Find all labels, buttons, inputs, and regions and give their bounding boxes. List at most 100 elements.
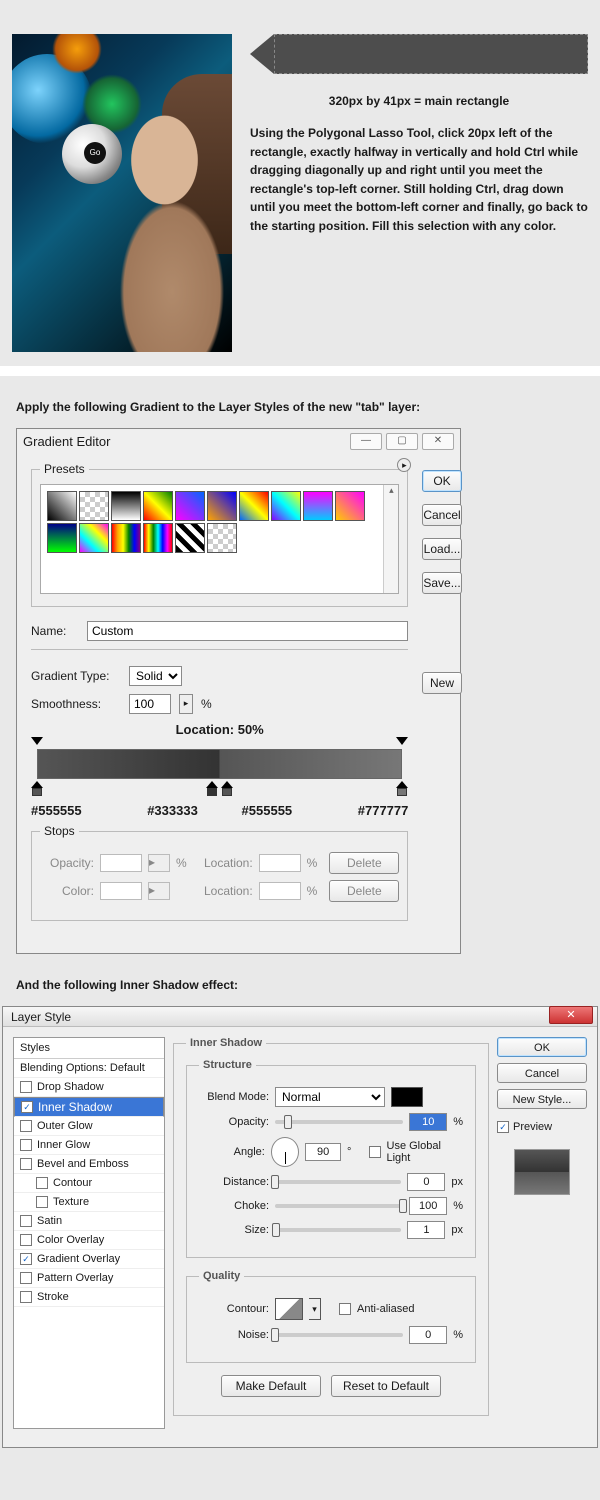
style-checkbox[interactable] [36, 1177, 48, 1189]
anti-aliased-checkbox[interactable] [339, 1303, 351, 1315]
size-slider[interactable] [275, 1228, 401, 1232]
angle-dial[interactable] [271, 1137, 299, 1167]
preview-checkbox[interactable]: ✓ [497, 1121, 509, 1133]
layer-style-dialog: Layer Style ✕ Styles Blending Options: D… [2, 1006, 598, 1448]
style-item-label: Contour [53, 1177, 92, 1189]
close-button[interactable]: ✕ [422, 433, 454, 450]
ok-button[interactable]: OK [422, 470, 461, 492]
shadow-color-swatch[interactable] [391, 1087, 423, 1107]
dialog-title: Gradient Editor [23, 434, 110, 449]
style-item-bevel-and-emboss[interactable]: Bevel and Emboss [14, 1155, 164, 1174]
style-item-pattern-overlay[interactable]: Pattern Overlay [14, 1269, 164, 1288]
maximize-button[interactable]: ▢ [386, 433, 418, 450]
styles-list: Styles Blending Options: Default Drop Sh… [13, 1037, 165, 1429]
style-checkbox[interactable] [20, 1081, 32, 1093]
delete-color-stop-button[interactable]: Delete [329, 880, 399, 902]
contour-dropdown[interactable]: ▾ [309, 1298, 321, 1320]
stop-opacity-label: Opacity: [40, 856, 94, 870]
opacity-slider[interactable] [275, 1120, 403, 1124]
styles-header[interactable]: Styles [14, 1038, 164, 1059]
use-global-light-checkbox[interactable] [369, 1146, 380, 1158]
new-style-button[interactable]: New Style... [497, 1089, 587, 1109]
style-item-contour[interactable]: Contour [14, 1174, 164, 1193]
gradient-bar[interactable] [31, 739, 408, 801]
style-checkbox[interactable]: ✓ [21, 1101, 33, 1113]
style-checkbox[interactable] [20, 1120, 32, 1132]
size-value[interactable]: 1 [407, 1221, 445, 1239]
style-item-texture[interactable]: Texture [14, 1193, 164, 1212]
opacity-value[interactable]: 10 [409, 1113, 447, 1131]
distance-label: Distance: [199, 1176, 269, 1188]
style-item-label: Stroke [37, 1291, 69, 1303]
distance-slider[interactable] [275, 1180, 401, 1184]
style-item-label: Bevel and Emboss [37, 1158, 129, 1170]
use-global-light-label: Use Global Light [387, 1140, 464, 1164]
angle-label: Angle: [199, 1146, 265, 1158]
cancel-button[interactable]: Cancel [422, 504, 461, 526]
smoothness-label: Smoothness: [31, 697, 121, 711]
make-default-button[interactable]: Make Default [221, 1375, 321, 1397]
smoothness-spinner[interactable]: ▸ [179, 694, 193, 714]
stop-location-label-2: Location: [193, 884, 253, 898]
noise-label: Noise: [199, 1329, 269, 1341]
contour-label: Contour: [199, 1303, 269, 1315]
style-checkbox[interactable] [36, 1196, 48, 1208]
gradient-instruction: Apply the following Gradient to the Laye… [16, 400, 584, 414]
contour-swatch[interactable] [275, 1298, 303, 1320]
style-item-label: Texture [53, 1196, 89, 1208]
name-input[interactable] [87, 621, 408, 641]
style-checkbox[interactable] [20, 1272, 32, 1284]
close-button[interactable]: ✕ [549, 1006, 593, 1024]
new-button[interactable]: New [422, 672, 461, 694]
smoothness-input[interactable] [129, 694, 171, 714]
choke-value[interactable]: 100 [409, 1197, 447, 1215]
style-item-satin[interactable]: Satin [14, 1212, 164, 1231]
noise-slider[interactable] [275, 1333, 403, 1337]
style-checkbox[interactable]: ✓ [20, 1253, 32, 1265]
stop-color-label: Color: [40, 884, 94, 898]
lasso-instructions: Using the Polygonal Lasso Tool, click 20… [250, 124, 588, 236]
style-item-label: Gradient Overlay [37, 1253, 120, 1265]
blending-options-item[interactable]: Blending Options: Default [14, 1059, 164, 1078]
style-checkbox[interactable] [20, 1215, 32, 1227]
preset-swatches[interactable]: ▴ [40, 484, 399, 594]
style-item-inner-shadow[interactable]: ✓Inner Shadow [14, 1097, 164, 1117]
gradient-type-select[interactable]: Solid [129, 666, 182, 686]
style-item-inner-glow[interactable]: Inner Glow [14, 1136, 164, 1155]
name-label: Name: [31, 624, 79, 638]
noise-value[interactable]: 0 [409, 1326, 447, 1344]
delete-opacity-stop-button[interactable]: Delete [329, 852, 399, 874]
style-item-drop-shadow[interactable]: Drop Shadow [14, 1078, 164, 1097]
blend-mode-select[interactable]: Normal [275, 1087, 385, 1107]
size-label: Size: [199, 1224, 269, 1236]
angle-value[interactable]: 90 [305, 1143, 341, 1161]
stop-color-labels: #555555 #333333 #555555 #777777 [31, 803, 408, 818]
stop-location-label: Location: [193, 856, 253, 870]
opacity-label: Opacity: [199, 1116, 269, 1128]
presets-menu-icon[interactable]: ▸ [397, 458, 411, 472]
style-checkbox[interactable] [20, 1139, 32, 1151]
style-item-label: Pattern Overlay [37, 1272, 113, 1284]
structure-legend: Structure [199, 1059, 256, 1071]
style-item-gradient-overlay[interactable]: ✓ Gradient Overlay [14, 1250, 164, 1269]
style-item-outer-glow[interactable]: Outer Glow [14, 1117, 164, 1136]
distance-value[interactable]: 0 [407, 1173, 445, 1191]
presets-legend: Presets [40, 462, 89, 476]
anti-aliased-label: Anti-aliased [357, 1303, 414, 1315]
tutorial-result-image: Go [12, 34, 232, 352]
style-checkbox[interactable] [20, 1234, 32, 1246]
choke-slider[interactable] [275, 1204, 403, 1208]
ok-button[interactable]: OK [497, 1037, 587, 1057]
reset-default-button[interactable]: Reset to Default [331, 1375, 441, 1397]
cancel-button[interactable]: Cancel [497, 1063, 587, 1083]
style-item-label: Drop Shadow [37, 1081, 104, 1093]
style-item-label: Outer Glow [37, 1120, 93, 1132]
minimize-button[interactable]: — [350, 433, 382, 450]
dialog-title: Layer Style [11, 1010, 71, 1024]
style-checkbox[interactable] [20, 1158, 32, 1170]
style-item-color-overlay[interactable]: Color Overlay [14, 1231, 164, 1250]
load-button[interactable]: Load... [422, 538, 461, 560]
style-item-stroke[interactable]: Stroke [14, 1288, 164, 1307]
style-checkbox[interactable] [20, 1291, 32, 1303]
save-button[interactable]: Save... [422, 572, 461, 594]
